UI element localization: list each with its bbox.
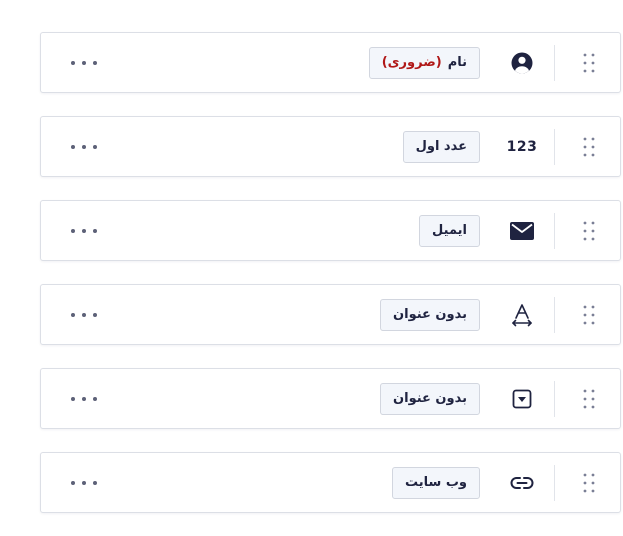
field-row-dropdown[interactable]: بدون عنوان — [40, 368, 621, 429]
field-label-text: عدد اول — [415, 138, 467, 154]
field-row-text[interactable]: بدون عنوان — [40, 284, 621, 345]
drag-handle-icon[interactable] — [582, 220, 596, 242]
separator — [554, 381, 555, 417]
text-field-icon — [510, 303, 534, 327]
more-options-icon[interactable] — [67, 389, 101, 409]
drag-handle-icon[interactable] — [582, 304, 596, 326]
separator — [554, 465, 555, 501]
drag-handle-icon[interactable] — [582, 136, 596, 158]
field-label-text: نام — [447, 54, 467, 70]
separator — [554, 45, 555, 81]
envelope-icon — [510, 219, 534, 243]
field-row-number[interactable]: 123 عدد اول — [40, 116, 621, 177]
field-label-text: بدون عنوان — [393, 306, 467, 322]
field-label-input[interactable]: بدون عنوان — [380, 382, 480, 415]
more-options-icon[interactable] — [67, 473, 101, 493]
field-list: نام (ضروری) 123 عدد اول ایمیل بدون عنوان … — [40, 32, 621, 536]
field-label-input[interactable]: وب سایت — [392, 466, 480, 499]
separator — [554, 213, 555, 249]
user-circle-icon — [510, 51, 534, 75]
required-tag: (ضروری) — [381, 54, 442, 70]
number-icon: 123 — [507, 135, 537, 159]
field-label-input[interactable]: ایمیل — [419, 214, 480, 247]
field-label-input[interactable]: بدون عنوان — [380, 298, 480, 331]
field-label-text: وب سایت — [405, 474, 467, 490]
separator — [554, 297, 555, 333]
field-row-website[interactable]: وب سایت — [40, 452, 621, 513]
field-row-email[interactable]: ایمیل — [40, 200, 621, 261]
drag-handle-icon[interactable] — [582, 472, 596, 494]
field-label-text: ایمیل — [432, 222, 467, 238]
field-row-name[interactable]: نام (ضروری) — [40, 32, 621, 93]
drag-handle-icon[interactable] — [582, 388, 596, 410]
drag-handle-icon[interactable] — [582, 52, 596, 74]
more-options-icon[interactable] — [67, 221, 101, 241]
more-options-icon[interactable] — [67, 305, 101, 325]
more-options-icon[interactable] — [67, 137, 101, 157]
separator — [554, 129, 555, 165]
field-label-text: بدون عنوان — [393, 390, 467, 406]
field-label-input[interactable]: نام (ضروری) — [368, 46, 480, 79]
field-label-input[interactable]: عدد اول — [402, 130, 480, 163]
number-icon-text: 123 — [506, 138, 538, 155]
more-options-icon[interactable] — [67, 53, 101, 73]
dropdown-icon — [510, 387, 534, 411]
link-icon — [510, 471, 534, 495]
